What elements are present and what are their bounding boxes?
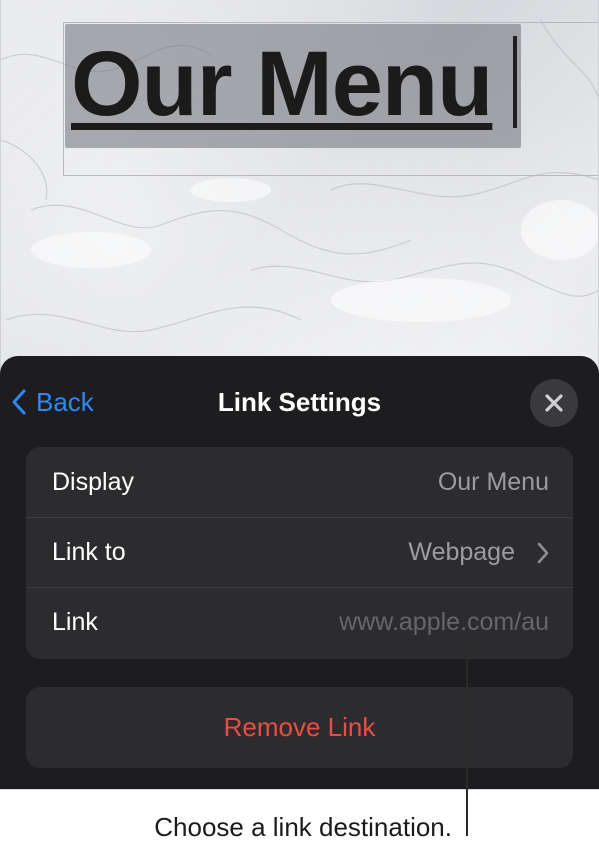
- link-url-field[interactable]: www.apple.com/au: [339, 608, 549, 637]
- screenshot-bottom-edge: [0, 789, 599, 790]
- text-caret: [513, 36, 517, 128]
- sheet-header: Back Link Settings: [0, 356, 599, 448]
- display-row[interactable]: Display Our Menu: [26, 447, 573, 517]
- link-settings-group: Display Our Menu Link to Webpage Link ww…: [26, 447, 573, 659]
- callout-caption: Choose a link destination.: [154, 812, 452, 842]
- callout-line: [466, 643, 468, 836]
- sheet-title: Link Settings: [217, 387, 382, 417]
- display-value[interactable]: Our Menu: [438, 468, 549, 497]
- chevron-right-icon: [537, 542, 549, 564]
- close-icon: [545, 394, 563, 412]
- link-to-row[interactable]: Link to Webpage: [26, 517, 573, 587]
- remove-link-button[interactable]: Remove Link: [26, 687, 573, 768]
- close-button[interactable]: [530, 379, 578, 427]
- document-title[interactable]: Our Menu: [71, 34, 493, 134]
- display-label: Display: [52, 467, 134, 496]
- link-to-value: Webpage: [408, 538, 515, 566]
- link-label: Link: [52, 608, 98, 636]
- link-to-label: Link to: [52, 538, 126, 566]
- remove-link-label: Remove Link: [223, 712, 376, 742]
- link-row[interactable]: Link www.apple.com/au: [26, 587, 573, 657]
